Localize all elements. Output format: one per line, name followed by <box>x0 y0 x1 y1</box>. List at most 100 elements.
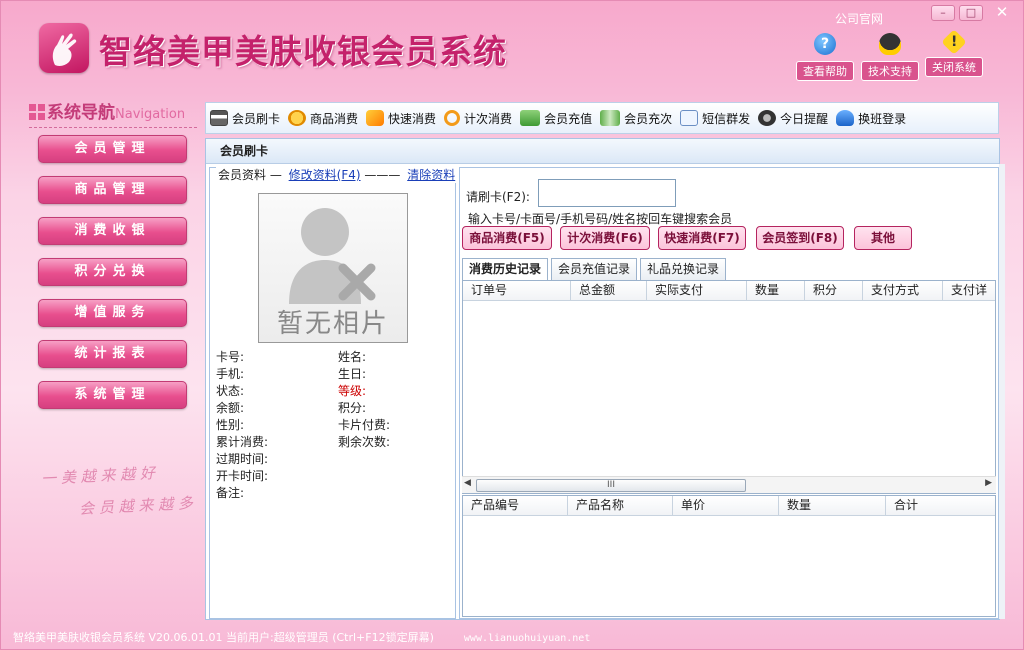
field-status: 状态: <box>216 384 245 398</box>
scroll-left-arrow-icon[interactable]: ◀ <box>464 478 471 488</box>
toolbar-quick-sale[interactable]: 快速消费 <box>362 103 440 133</box>
app-logo-icon <box>39 23 89 73</box>
login-icon <box>836 110 855 126</box>
nav-checkout[interactable]: 消费收银 <box>38 217 187 245</box>
col-subtotal[interactable]: 合计 <box>886 496 995 515</box>
col-actual-paid[interactable]: 实际支付 <box>647 281 747 300</box>
col-total-amount[interactable]: 总金额 <box>571 281 647 300</box>
help-button[interactable]: ? 查看帮助 <box>796 33 854 81</box>
field-expire-time: 过期时间: <box>216 452 269 466</box>
legend-label: 会员资料 <box>218 168 267 182</box>
col-points[interactable]: 积分 <box>805 281 863 300</box>
nav-reports[interactable]: 统计报表 <box>38 340 187 368</box>
tab-gift-history[interactable]: 礼品兑换记录 <box>640 258 727 280</box>
cash-icon <box>520 110 541 126</box>
toolbar-count-sale[interactable]: 计次消费 <box>440 103 516 133</box>
tab-consume-history[interactable]: 消费历史记录 <box>462 258 549 281</box>
detail-table[interactable]: 产品编号 产品名称 单价 数量 合计 <box>462 495 996 617</box>
grid-icon <box>29 104 45 120</box>
history-table[interactable]: 订单号 总金额 实际支付 数量 积分 支付方式 支付详 <box>462 280 996 494</box>
maximize-button[interactable]: □ <box>959 5 983 21</box>
col-payment-method[interactable]: 支付方式 <box>863 281 943 300</box>
website-url: www.lianuohuiyuan.net <box>463 633 591 644</box>
slogan-line-1: 一 美 越 来 越 好 <box>40 464 156 488</box>
official-site-link[interactable]: 公司官网 <box>835 10 883 27</box>
toolbar-member-swipe[interactable]: 会员刷卡 <box>206 103 284 133</box>
toolbar-product-sale[interactable]: 商品消费 <box>284 103 362 133</box>
nav-member-management[interactable]: 会员管理 <box>38 135 187 163</box>
col-detail-quantity[interactable]: 数量 <box>779 496 886 515</box>
warning-icon: ! <box>941 29 967 55</box>
support-button[interactable]: 技术支持 <box>861 33 919 81</box>
other-button[interactable]: 其他 <box>854 226 912 250</box>
col-order-no[interactable]: 订单号 <box>463 281 571 300</box>
col-quantity[interactable]: 数量 <box>747 281 805 300</box>
col-product-code[interactable]: 产品编号 <box>463 496 568 515</box>
nav-title-en: Navigation <box>115 107 186 122</box>
toolbar-label: 会员刷卡 <box>232 111 281 126</box>
member-info-legend: 会员资料 — 修改资料(F4) ——— 清除资料 <box>216 166 458 183</box>
card-swipe-input[interactable] <box>538 179 676 207</box>
clear-member-link[interactable]: 清除资料 <box>407 168 455 182</box>
scroll-thumb[interactable]: III <box>476 479 746 492</box>
toolbar-label: 会员充值 <box>544 111 593 126</box>
toolbar-recharge-count[interactable]: 会员充次 <box>596 103 676 133</box>
support-label: 技术支持 <box>861 61 919 81</box>
field-points: 积分: <box>338 401 367 415</box>
section-title: 会员刷卡 <box>206 139 999 164</box>
close-system-label: 关闭系统 <box>925 57 983 77</box>
close-system-button[interactable]: ! 关闭系统 <box>925 29 983 77</box>
toolbar-reminder[interactable]: 今日提醒 <box>754 103 832 133</box>
field-gender: 性别: <box>216 418 245 432</box>
history-hscrollbar[interactable]: ◀ III ▶ <box>462 476 996 493</box>
history-table-header: 订单号 总金额 实际支付 数量 积分 支付方式 支付详 <box>463 281 995 301</box>
money-bag-icon <box>288 110 307 126</box>
field-birthday: 生日: <box>338 367 367 381</box>
field-remark: 备注: <box>216 486 245 500</box>
field-open-time: 开卡时间: <box>216 469 269 483</box>
status-text: 智络美甲美肤收银会员系统 V20.06.01.01 当前用户:超级管理员 (Ct… <box>13 631 434 644</box>
toolbar-label: 短信群发 <box>702 111 751 126</box>
scroll-right-arrow-icon[interactable]: ▶ <box>985 478 992 488</box>
edit-member-link[interactable]: 修改资料(F4) <box>289 168 361 182</box>
slogan-line-2: 会 员 越 来 越 多 <box>78 494 194 518</box>
window-close-button[interactable]: ✕ <box>987 5 1017 21</box>
detail-table-header: 产品编号 产品名称 单价 数量 合计 <box>463 496 995 516</box>
history-tabs: 消费历史记录 会员充值记录 礼品兑换记录 <box>462 258 727 281</box>
tab-recharge-history[interactable]: 会员充值记录 <box>551 258 638 280</box>
member-info-group: 会员资料 — 修改资料(F4) ——— 清除资料 暂无相片 卡号: 手机: 状态… <box>209 166 458 619</box>
col-product-name[interactable]: 产品名称 <box>568 496 673 515</box>
toolbar-sms[interactable]: 短信群发 <box>676 103 754 133</box>
toolbar-shift-login[interactable]: 换班登录 <box>832 103 910 133</box>
toolbar-label: 计次消费 <box>464 111 513 126</box>
toolbar-label: 会员充次 <box>624 111 673 126</box>
toolbar-label: 快速消费 <box>388 111 437 126</box>
nav-value-added[interactable]: 增值服务 <box>38 299 187 327</box>
help-icon: ? <box>814 33 836 55</box>
field-balance: 余额: <box>216 401 245 415</box>
help-label: 查看帮助 <box>796 61 854 81</box>
field-phone: 手机: <box>216 367 245 381</box>
field-total-spent: 累计消费: <box>216 435 269 449</box>
product-sale-button[interactable]: 商品消费(F5) <box>462 226 552 250</box>
nav-header: 系统导航Navigation <box>29 98 199 123</box>
field-remaining-count: 剩余次数: <box>338 435 391 449</box>
nav-system-management[interactable]: 系统管理 <box>38 381 187 409</box>
nav-product-management[interactable]: 商品管理 <box>38 176 187 204</box>
swipe-label: 请刷卡(F2): <box>466 190 530 204</box>
member-photo: 暂无相片 <box>258 193 408 343</box>
minimize-button[interactable]: – <box>931 5 955 21</box>
panel-vscrollbar[interactable] <box>999 164 1005 619</box>
banknote-icon <box>600 110 621 126</box>
count-sale-button[interactable]: 计次消费(F6) <box>560 226 650 250</box>
col-payment-detail[interactable]: 支付详 <box>943 281 995 300</box>
quick-sale-button[interactable]: 快速消费(F7) <box>658 226 746 250</box>
no-photo-icon <box>289 208 376 304</box>
transaction-panel: 请刷卡(F2): 输入卡号/卡面号/手机号码/姓名按回车键搜索会员 商品消费(F… <box>459 167 999 619</box>
card-icon <box>210 110 228 126</box>
refresh-icon <box>444 110 461 126</box>
col-unit-price[interactable]: 单价 <box>673 496 779 515</box>
member-checkin-button[interactable]: 会员签到(F8) <box>756 226 844 250</box>
toolbar-recharge[interactable]: 会员充值 <box>516 103 596 133</box>
nav-points-exchange[interactable]: 积分兑换 <box>38 258 187 286</box>
